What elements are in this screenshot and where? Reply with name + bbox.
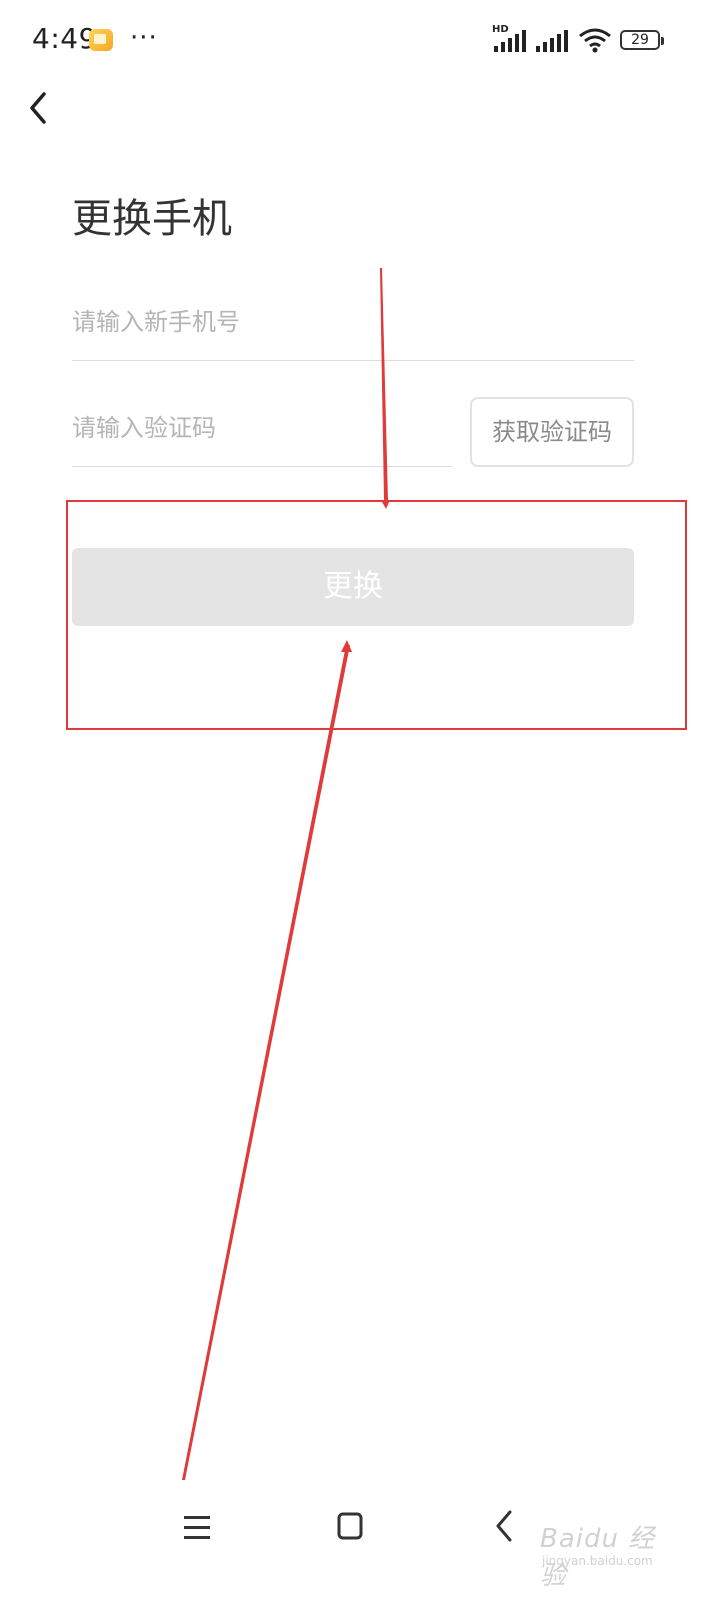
get-code-button[interactable]: 获取验证码 <box>470 397 634 467</box>
nav-back-button[interactable] <box>474 1502 534 1552</box>
annotation-arrowhead-top <box>381 500 390 509</box>
verification-code-input[interactable] <box>72 396 452 460</box>
signal-icon-2 <box>536 30 568 52</box>
wifi-icon <box>579 28 611 53</box>
menu-icon <box>184 1516 210 1539</box>
annotation-arrowhead-bottom <box>341 640 352 652</box>
new-phone-input[interactable] <box>72 290 634 354</box>
new-phone-field <box>72 290 634 361</box>
nav-menu-button[interactable] <box>168 1502 228 1552</box>
page-title: 更换手机 <box>72 196 232 242</box>
chevron-left-icon <box>496 1510 512 1542</box>
baidu-watermark: Baidu 经验 jingyan.baidu.com <box>540 1500 680 1591</box>
watermark-subtext: jingyan.baidu.com <box>542 1554 653 1568</box>
change-phone-button[interactable]: 更换 <box>72 548 634 626</box>
verification-code-field <box>72 396 452 467</box>
gallery-app-icon <box>89 29 113 51</box>
status-time: 4:49 <box>32 22 97 55</box>
nav-home-button[interactable] <box>320 1502 380 1552</box>
battery-icon: 29 <box>620 30 664 50</box>
chevron-left-icon <box>30 92 46 124</box>
signal-icon <box>494 30 526 52</box>
more-notifications-icon: ··· <box>130 23 158 53</box>
annotation-arrow-bottom <box>182 645 350 1480</box>
back-button[interactable] <box>20 86 60 130</box>
status-bar: 4:49 ··· HD 29 <box>0 0 720 80</box>
home-square-icon <box>337 1512 363 1540</box>
